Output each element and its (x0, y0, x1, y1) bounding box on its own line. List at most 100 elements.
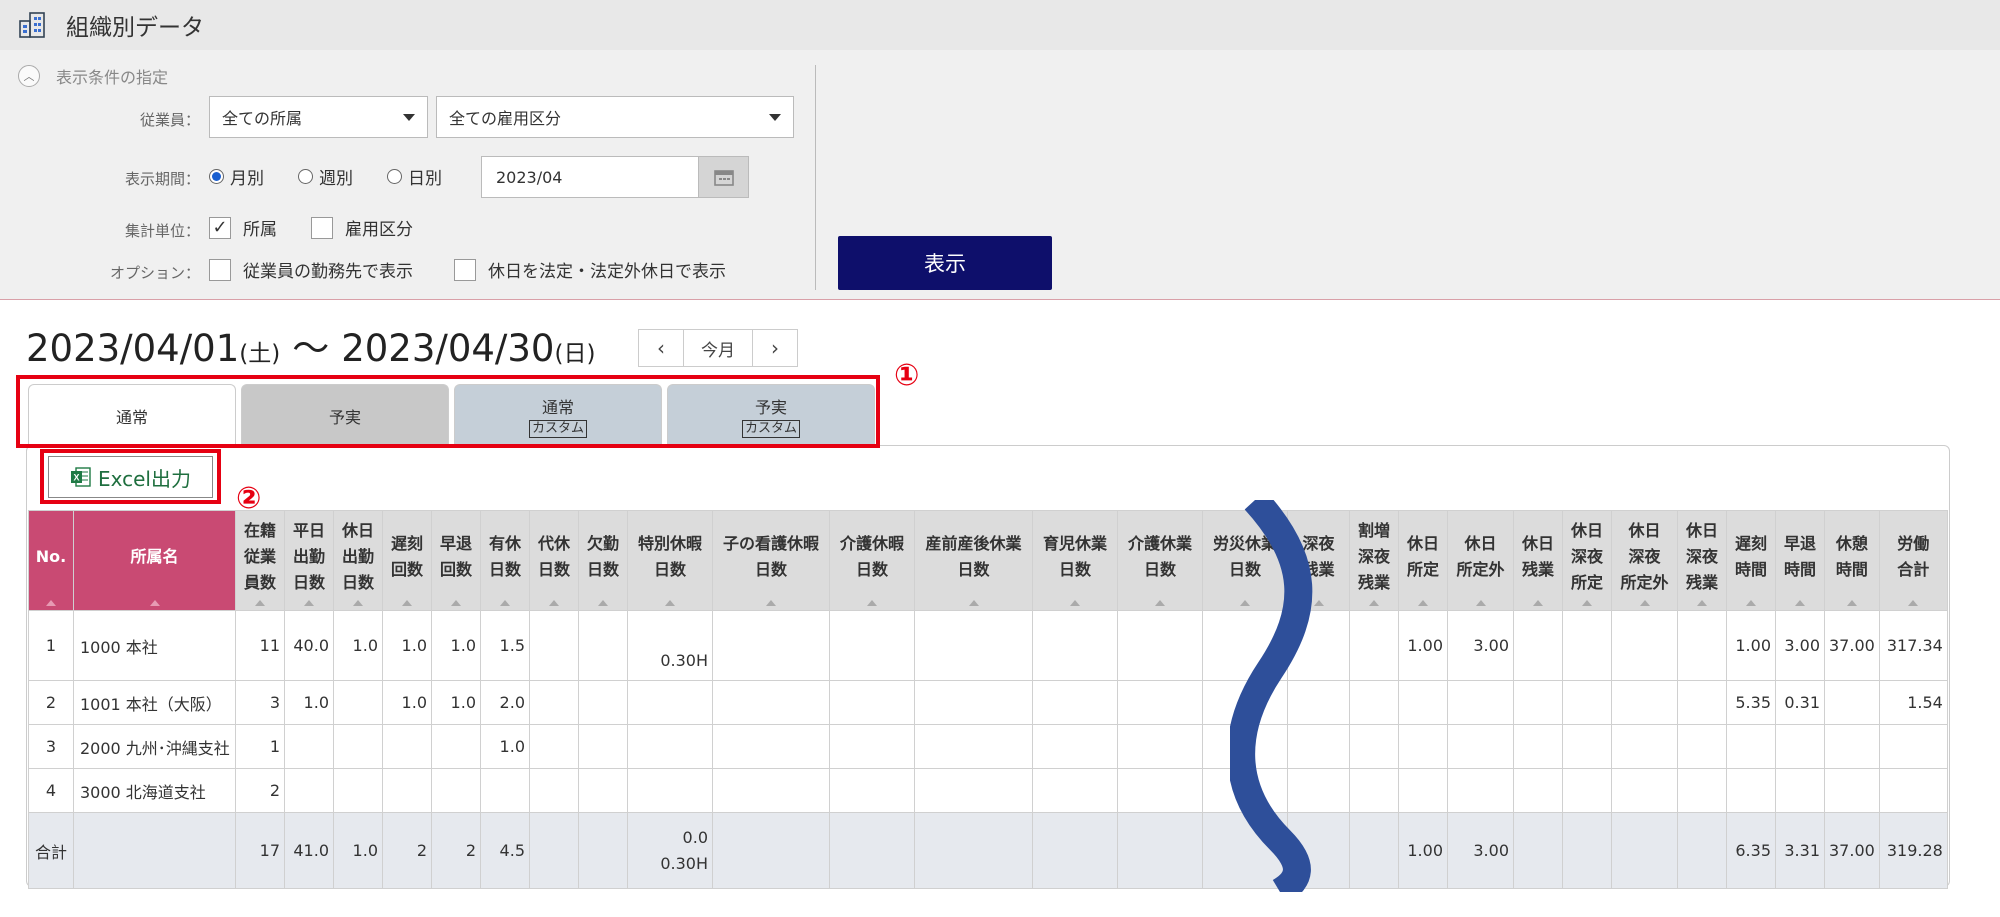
data-cell (914, 680, 1033, 725)
sort-icon[interactable] (766, 600, 776, 606)
show-button[interactable]: 表示 (838, 236, 1052, 290)
column-header[interactable]: 所属名 (73, 510, 236, 611)
excel-highlight-frame (40, 449, 221, 504)
option-label: オプション： (109, 264, 200, 282)
this-month-button[interactable]: 今月 (683, 330, 753, 366)
data-cell: 1.00 (1726, 610, 1776, 681)
range-end-dow: (日) (554, 341, 596, 367)
sort-icon[interactable] (1533, 600, 1543, 606)
option-workplace-checkbox[interactable]: 従業員の勤務先で表示 (209, 257, 413, 282)
sort-icon[interactable] (46, 600, 56, 606)
total-cell: 2 (382, 812, 432, 889)
sort-icon[interactable] (255, 600, 265, 606)
column-header[interactable]: 欠勤 日数 (578, 510, 628, 611)
data-cell (1032, 610, 1118, 681)
dept-name-cell: 3000 北海道支社 (73, 768, 236, 813)
sort-icon[interactable] (1795, 600, 1805, 606)
column-header[interactable]: 特別休暇 日数 (627, 510, 713, 611)
sort-icon[interactable] (1155, 600, 1165, 606)
month-input[interactable]: 2023/04 (481, 156, 749, 198)
sort-icon[interactable] (968, 600, 979, 606)
month-input-value[interactable]: 2023/04 (482, 157, 698, 197)
sort-icon[interactable] (1746, 600, 1756, 606)
column-header[interactable]: 休日 残業 (1513, 510, 1563, 611)
column-header-label: 所定外 (1456, 559, 1505, 579)
column-header[interactable]: 産前産後休業 日数 (914, 510, 1033, 611)
sort-icon[interactable] (451, 600, 461, 606)
radio-checked-icon (209, 169, 224, 184)
column-header[interactable]: 割増 深夜 残業 (1349, 510, 1399, 611)
column-header-label: 回数 (439, 559, 472, 579)
column-header[interactable]: 代休 日数 (529, 510, 579, 611)
sort-icon[interactable] (1908, 600, 1919, 606)
calendar-icon[interactable] (698, 157, 748, 197)
sort-icon[interactable] (149, 600, 160, 606)
column-header[interactable]: 休日 出勤 日数 (333, 510, 383, 611)
column-header[interactable]: 早退 時間 (1775, 510, 1825, 611)
unit-emp-type-checkbox[interactable]: 雇用区分 (311, 215, 413, 240)
row-number: 2 (28, 680, 74, 725)
period-weekly-radio[interactable]: 週別 (298, 164, 353, 189)
column-header[interactable]: 平日 出勤 日数 (284, 510, 334, 611)
sort-icon[interactable] (598, 600, 608, 606)
data-cell (382, 768, 432, 813)
sort-icon[interactable] (1418, 600, 1428, 606)
data-cell (1117, 680, 1203, 725)
sort-icon[interactable] (549, 600, 559, 606)
table-row[interactable]: 1 1000 本社 11 40.0 1.0 1.0 1.0 1.5 0.30H 1.00 3.00 1… (28, 610, 1948, 681)
column-header[interactable]: No. (28, 510, 74, 611)
unit-emp-type-label: 雇用区分 (345, 220, 413, 240)
total-cell: 2 (431, 812, 481, 889)
column-header[interactable]: 早退 回数 (431, 510, 481, 611)
table-row[interactable]: 3 2000 九州･沖縄支社 1 1.0 (28, 724, 1948, 769)
column-header[interactable]: 在籍 従業 員数 (235, 510, 285, 611)
column-header-label: 深夜 (1570, 546, 1603, 566)
sort-icon[interactable] (1070, 600, 1080, 606)
column-header[interactable]: 育児休業 日数 (1032, 510, 1118, 611)
sort-icon[interactable] (353, 600, 363, 606)
column-header[interactable]: 介護休業 日数 (1117, 510, 1203, 611)
chevron-right-icon[interactable]: › (753, 330, 797, 366)
sort-icon[interactable] (500, 600, 510, 606)
sort-icon[interactable] (1697, 600, 1707, 606)
sort-icon[interactable] (867, 600, 877, 606)
sort-icon[interactable] (1639, 600, 1650, 606)
column-header[interactable]: 休日 所定外 (1447, 510, 1514, 611)
period-monthly-radio[interactable]: 月別 (209, 164, 264, 189)
column-header[interactable]: 労働 合計 (1878, 510, 1948, 611)
column-header[interactable]: 介護休暇 日数 (829, 510, 915, 611)
column-header[interactable]: 子の看護休暇 日数 (712, 510, 830, 611)
column-header-label: 労働 (1897, 533, 1930, 553)
column-header[interactable]: 有休 日数 (480, 510, 530, 611)
row-number: 3 (28, 724, 74, 769)
sort-icon[interactable] (304, 600, 314, 606)
table-row[interactable]: 2 1001 本社（大阪） 3 1.0 1.0 1.0 2.0 5.35 0.31 1.54 (28, 680, 1948, 725)
column-header-label: 休日 (1521, 533, 1554, 553)
column-header[interactable]: 休日 深夜 所定外 (1611, 510, 1678, 611)
row-number: 4 (28, 768, 74, 813)
column-header[interactable]: 休日 所定 (1398, 510, 1448, 611)
column-header[interactable]: 休憩 時間 (1824, 510, 1880, 611)
column-header[interactable]: 遅刻 時間 (1726, 510, 1776, 611)
chevron-left-icon[interactable]: ‹ (639, 330, 683, 366)
column-header[interactable]: 休日 深夜 残業 (1677, 510, 1727, 611)
sort-icon[interactable] (1846, 600, 1857, 606)
sort-icon[interactable] (665, 600, 675, 606)
sort-icon[interactable] (1369, 600, 1379, 606)
sort-icon[interactable] (1475, 600, 1486, 606)
sort-icon[interactable] (402, 600, 412, 606)
column-header-label: 有休 (488, 533, 521, 553)
emp-type-select[interactable]: 全ての雇用区分 (436, 96, 794, 138)
column-header-label: 時間 (1783, 559, 1816, 579)
unit-dept-checkbox[interactable]: ✓ 所属 (209, 215, 277, 240)
sort-icon[interactable] (1582, 600, 1592, 606)
total-cell (829, 812, 915, 889)
period-daily-radio[interactable]: 日別 (387, 164, 442, 189)
dept-select[interactable]: 全ての所属 (209, 96, 428, 138)
column-header[interactable]: 遅刻 回数 (382, 510, 432, 611)
column-header[interactable]: 休日 深夜 所定 (1562, 510, 1612, 611)
table-row[interactable]: 4 3000 北海道支社 2 (28, 768, 1948, 813)
option-holiday-checkbox[interactable]: 休日を法定・法定外休日で表示 (454, 257, 726, 282)
collapse-toggle[interactable]: ︿ 表示条件の指定 (18, 64, 168, 88)
chevron-up-icon[interactable]: ︿ (18, 65, 40, 87)
